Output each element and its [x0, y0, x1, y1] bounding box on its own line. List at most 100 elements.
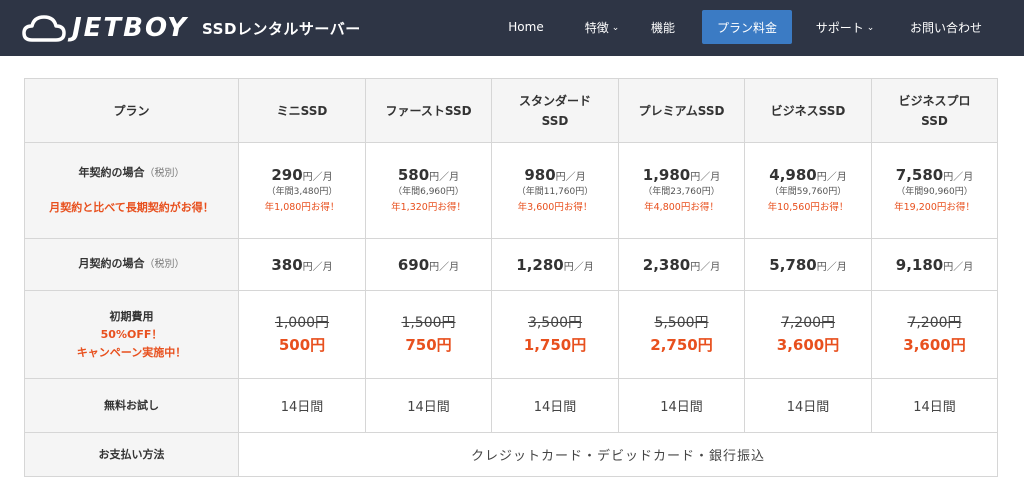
monthly-price: 2,380: [642, 256, 691, 274]
plan-name: ミニSSD: [276, 103, 328, 118]
monthly-price: 9,180: [895, 256, 944, 274]
monthly-price: 5,780: [769, 256, 817, 274]
price-unit: 円／月: [429, 172, 460, 183]
annual-saving: 年3,600円お得！: [517, 202, 593, 213]
monthly-row: 月契約の場合（税別） 380円／月 690円／月 1,280円／月 2,380円…: [24, 238, 998, 291]
trial-cell: 14日間: [238, 378, 366, 433]
nav-pricing-label: プラン料金: [716, 20, 777, 35]
monthly-price: 380: [271, 256, 303, 274]
new-fee: 500円: [278, 335, 326, 354]
old-fee: 5,500円: [654, 314, 709, 331]
annual-price-cell: 4,980円／月 （年間59,760円） 年10,560円お得！: [744, 142, 872, 239]
new-fee: 1,750円: [523, 335, 587, 354]
price-unit: 円／月: [943, 172, 974, 183]
pricing-table: プラン ミニSSD ファーストSSD スタンダード SSD プレミアムSSD ビジ…: [24, 78, 998, 477]
price-unit: 円／月: [943, 262, 974, 273]
payment-methods: クレジットカード・デビッドカード・銀行振込: [238, 432, 998, 477]
trial-cell: 14日間: [744, 378, 872, 433]
annual-saving: 年10,560円お得！: [767, 202, 849, 213]
nav-features[interactable]: 特徴 ⌄: [572, 10, 632, 44]
main-nav: Home 特徴 ⌄ 機能 プラン料金 サポート ⌄ お問い合わせ: [0, 10, 1024, 44]
annual-total: （年間6,960円）: [393, 187, 464, 197]
price-unit: 円／月: [563, 262, 594, 273]
annual-price: 4,980: [769, 166, 817, 184]
setup-fee-label: 初期費用: [109, 309, 154, 323]
setup-fee-cell: 7,200円 3,600円: [871, 290, 998, 379]
annual-price-cell: 1,980円／月 （年間23,760円） 年4,800円お得！: [618, 142, 745, 239]
campaign-label: キャンペーン実施中！: [76, 345, 187, 359]
nav-functions[interactable]: 機能: [638, 10, 688, 44]
price-unit: 円／月: [555, 172, 586, 183]
old-fee: 3,500円: [527, 314, 583, 331]
price-unit: 円／月: [429, 262, 460, 273]
price-unit: 円／月: [690, 172, 721, 183]
annual-row-header: 年契約の場合（税別） 月契約と比べて長期契約がお得！: [24, 142, 239, 239]
monthly-price: 690: [397, 256, 430, 274]
annual-price-cell: 290円／月 （年間3,480円） 年1,080円お得！: [238, 142, 366, 239]
old-fee: 7,200円: [780, 314, 836, 331]
annual-total: （年間3,480円）: [266, 187, 338, 197]
annual-saving: 年19,200円お得！: [894, 202, 975, 213]
monthly-price-cell: 9,180円／月: [871, 238, 998, 291]
nav-home[interactable]: Home: [494, 10, 558, 44]
plan-name: スタンダード: [518, 93, 591, 108]
setup-fee-cell: 3,500円 1,750円: [491, 290, 619, 379]
payment-row: お支払い方法 クレジットカード・デビッドカード・銀行振込: [24, 432, 998, 477]
nav-pricing[interactable]: プラン料金: [702, 10, 792, 44]
plan-name: ビジネスプロ: [898, 93, 971, 108]
nav-contact-label: お問い合わせ: [909, 20, 982, 35]
old-fee: 7,200円: [907, 314, 962, 331]
monthly-price-cell: 2,380円／月: [618, 238, 745, 291]
setup-fee-row: 初期費用 50%OFF！ キャンペーン実施中！ 1,000円 500円 1,500…: [24, 290, 998, 379]
plan-header: ファーストSSD: [365, 78, 492, 143]
trial-cell: 14日間: [618, 378, 745, 433]
annual-price: 290: [271, 166, 303, 184]
corner-cell: プラン: [24, 78, 239, 143]
nav-functions-label: 機能: [650, 20, 675, 35]
annual-price: 1,980: [642, 166, 691, 184]
plan-name: ビジネスSSD: [770, 103, 846, 118]
plan-header: ビジネスプロ SSD: [871, 78, 998, 143]
nav-support-label: サポート: [815, 20, 864, 35]
discount-label: 50%OFF！: [100, 327, 163, 341]
annual-price: 980: [524, 166, 556, 184]
annual-price: 7,580: [895, 166, 944, 184]
price-unit: 円／月: [302, 262, 333, 273]
payment-row-header: お支払い方法: [24, 432, 239, 477]
monthly-price-cell: 690円／月: [365, 238, 492, 291]
tax-note: （税別）: [144, 259, 185, 270]
price-unit: 円／月: [816, 262, 847, 273]
setup-fee-cell: 7,200円 3,600円: [744, 290, 872, 379]
table-header-row: プラン ミニSSD ファーストSSD スタンダード SSD プレミアムSSD ビジ…: [24, 78, 998, 143]
monthly-row-header: 月契約の場合（税別）: [24, 238, 239, 291]
monthly-price: 1,280: [516, 256, 564, 274]
nav-features-label: 特徴: [584, 20, 609, 35]
nav-contact[interactable]: お問い合わせ: [896, 10, 996, 44]
plan-header: ミニSSD: [238, 78, 366, 143]
nav-support[interactable]: サポート ⌄: [806, 10, 884, 44]
monthly-price-cell: 5,780円／月: [744, 238, 872, 291]
monthly-price-cell: 1,280円／月: [491, 238, 619, 291]
annual-saving: 年1,320円お得！: [391, 202, 466, 213]
setup-fee-row-header: 初期費用 50%OFF！ キャンペーン実施中！: [24, 290, 239, 379]
annual-total: （年間11,760円）: [516, 187, 594, 197]
annual-saving: 年4,800円お得！: [644, 202, 719, 213]
annual-total: （年間23,760円）: [643, 187, 720, 197]
chevron-down-icon: ⌄: [866, 23, 875, 33]
old-fee: 1,500円: [401, 314, 456, 331]
annual-total: （年間90,960円）: [896, 187, 973, 197]
setup-fee-cell: 1,000円 500円: [238, 290, 366, 379]
setup-fee-cell: 1,500円 750円: [365, 290, 492, 379]
annual-price-cell: 580円／月 （年間6,960円） 年1,320円お得！: [365, 142, 492, 239]
pricing-table-wrap: プラン ミニSSD ファーストSSD スタンダード SSD プレミアムSSD ビジ…: [24, 78, 998, 477]
plan-name: プレミアムSSD: [638, 103, 725, 118]
site-header: JETBOY SSDレンタルサーバー Home 特徴 ⌄ 機能 プラン料金 サポ…: [0, 0, 1024, 56]
annual-row: 年契約の場合（税別） 月契約と比べて長期契約がお得！ 290円／月 （年間3,4…: [24, 142, 998, 239]
trial-cell: 14日間: [365, 378, 492, 433]
plan-name-line2: SSD: [921, 113, 948, 128]
free-trial-row-header: 無料お試し: [24, 378, 239, 433]
annual-price-cell: 7,580円／月 （年間90,960円） 年19,200円お得！: [871, 142, 998, 239]
plan-name: ファーストSSD: [385, 103, 472, 118]
annual-label: 年契約の場合: [78, 166, 145, 179]
new-fee: 750円: [405, 335, 452, 354]
